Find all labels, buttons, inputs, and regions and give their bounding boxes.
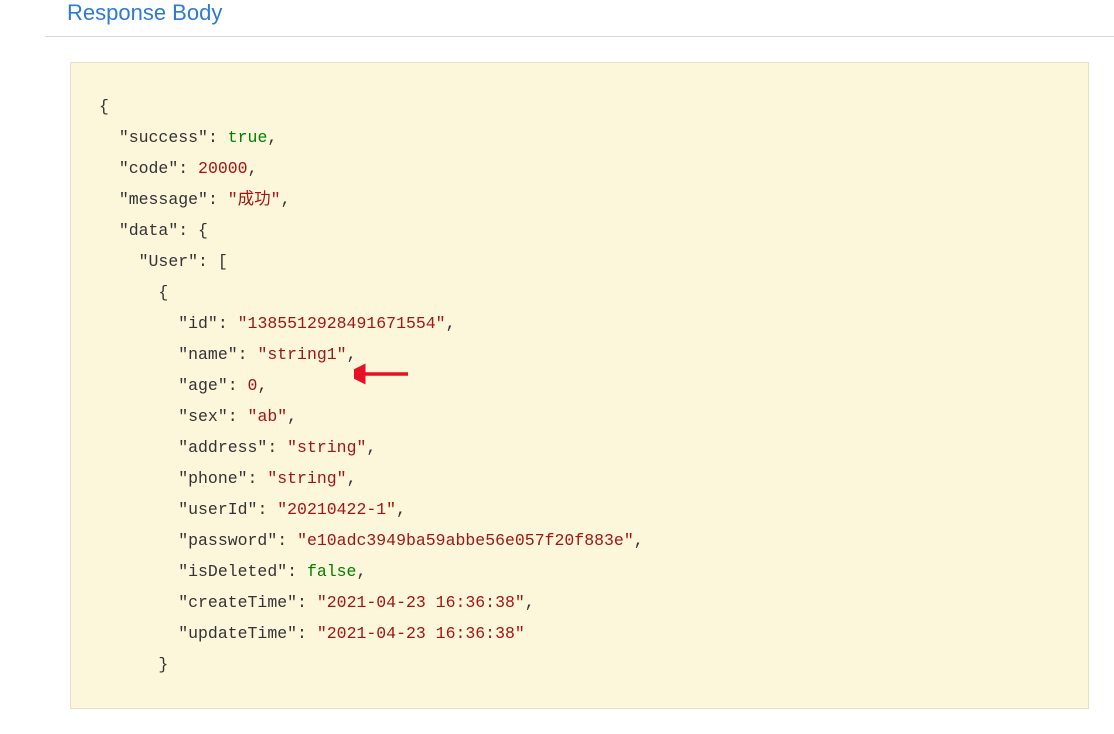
json-key-password: "password" [178,531,277,550]
json-val-sex: "ab" [248,407,288,426]
json-key-id: "id" [178,314,218,333]
json-key-age: "age" [178,376,228,395]
json-val-updatetime: "2021-04-23 16:36:38" [317,624,525,643]
json-key-user: "User" [139,252,198,271]
json-val-success: true [228,128,268,147]
json-key-updatetime: "updateTime" [178,624,297,643]
json-key-isdeleted: "isDeleted" [178,562,287,581]
json-val-message: "成功" [228,190,281,209]
json-key-name: "name" [178,345,237,364]
json-key-code: "code" [119,159,178,178]
response-body-container: { "success": true, "code": 20000, "messa… [45,36,1114,734]
json-val-address: "string" [287,438,366,457]
json-val-isdeleted: false [307,562,357,581]
json-key-success: "success" [119,128,208,147]
json-key-sex: "sex" [178,407,228,426]
json-val-createtime: "2021-04-23 16:36:38" [317,593,525,612]
json-val-age: 0 [248,376,258,395]
json-val-password: "e10adc3949ba59abbe56e057f20f883e" [297,531,634,550]
brace: { [99,97,109,116]
json-val-userid: "20210422-1" [277,500,396,519]
json-key-message: "message" [119,190,208,209]
json-val-name: "string1" [257,345,346,364]
section-header: Response Body [45,0,1114,36]
json-key-createtime: "createTime" [178,593,297,612]
json-code-block[interactable]: { "success": true, "code": 20000, "messa… [70,62,1089,709]
json-key-address: "address" [178,438,267,457]
json-val-id: "1385512928491671554" [238,314,446,333]
json-key-userid: "userId" [178,500,257,519]
json-key-phone: "phone" [178,469,247,488]
json-val-phone: "string" [267,469,346,488]
json-val-code: 20000 [198,159,248,178]
json-key-data: "data" [119,221,178,240]
